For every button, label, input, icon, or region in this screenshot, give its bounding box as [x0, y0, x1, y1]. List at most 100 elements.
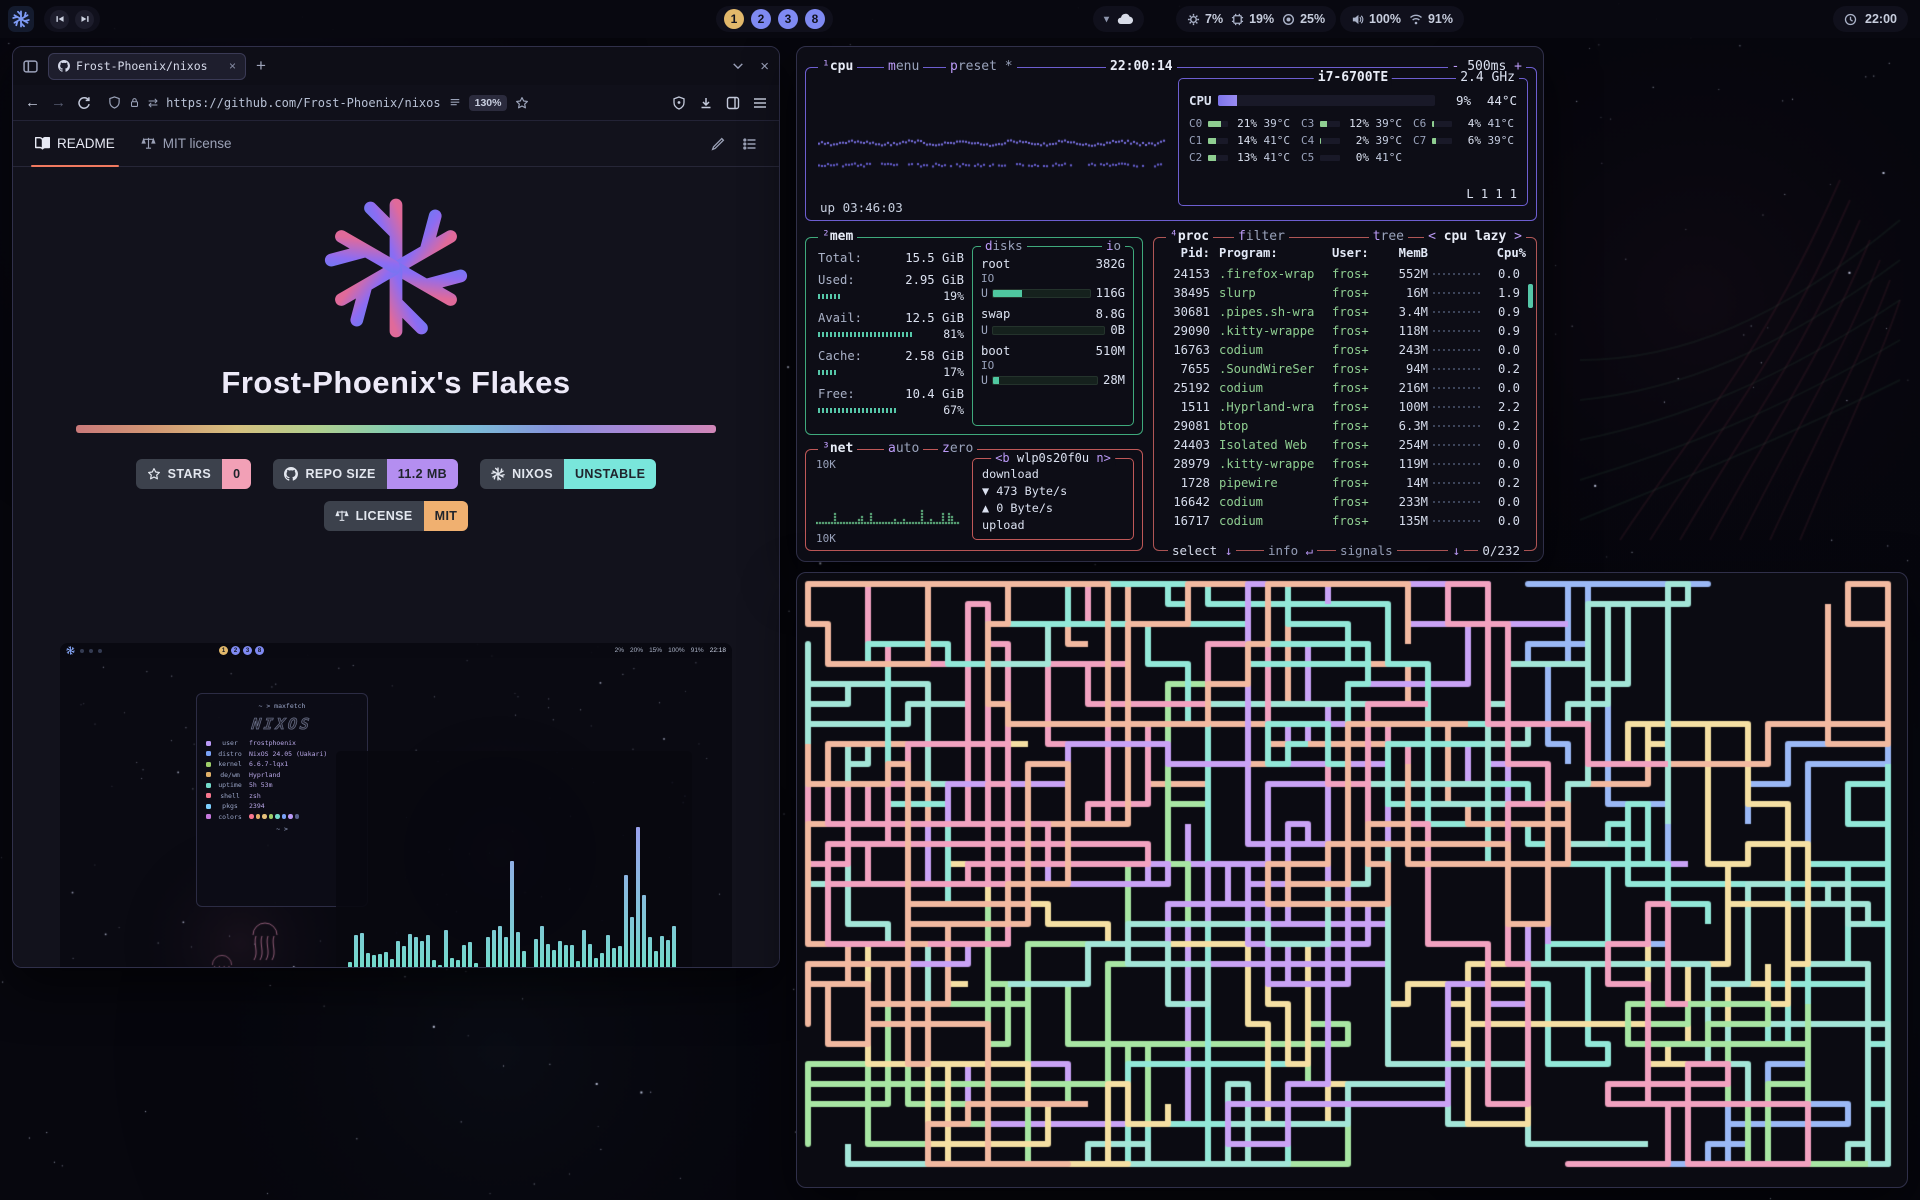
bookmark-star-icon[interactable] [515, 96, 529, 110]
process-row-24153[interactable]: 24153.firefox-wrapfros+552M0.0 [1154, 264, 1530, 283]
color-swatch [249, 814, 254, 819]
cava-bar [462, 945, 466, 968]
extensions-icon[interactable] [726, 96, 740, 110]
clock-widget[interactable]: 22:00 [1833, 6, 1908, 32]
privacy-shield-icon[interactable] [672, 96, 686, 110]
badge-license[interactable]: LICENSEMIT [324, 501, 469, 531]
process-row-16717[interactable]: 16717codiumfros+135M0.0 [1154, 511, 1530, 530]
process-row-16763[interactable]: 16763codiumfros+243M0.0 [1154, 340, 1530, 359]
url-text[interactable]: https://github.com/Frost-Phoenix/nixos [166, 96, 441, 110]
cava-bar [420, 941, 424, 968]
media-prev-button[interactable] [50, 10, 69, 29]
system-stats[interactable]: 7% 19% 25% [1176, 6, 1336, 32]
proc-table-header: Pid: Program: User: MemB Cpu% [1154, 244, 1536, 262]
cpu-box-title[interactable]: ¹cpu [818, 59, 857, 75]
downloads-icon[interactable] [699, 96, 713, 110]
cpu-total-pct: 9% [1441, 93, 1471, 108]
process-row-16642[interactable]: 16642codiumfros+233M0.0 [1154, 492, 1530, 511]
badge-value: MIT [424, 501, 469, 531]
fetch-label: uptime [215, 781, 245, 789]
audio-network-widget[interactable]: 100% 91% [1340, 6, 1464, 32]
process-row-1728[interactable]: 1728pipewirefros+14M0.2 [1154, 473, 1530, 492]
fetch-value: frostphoenix [249, 739, 296, 747]
media-controls [44, 6, 100, 32]
cava-bar [558, 941, 562, 968]
disks-title[interactable]: disks [981, 238, 1027, 254]
preset-button[interactable]: preset * [946, 59, 1017, 75]
sort-selector[interactable]: < cpu lazy > [1424, 229, 1526, 245]
process-row-30681[interactable]: 30681.pipes.sh-wrafros+3.4M0.9 [1154, 302, 1530, 321]
nixos-snowflake-icon [12, 10, 30, 28]
badge-nixos[interactable]: NIXOSUNSTABLE [480, 459, 656, 489]
reader-mode-icon[interactable] [449, 97, 461, 109]
forward-button[interactable]: → [51, 94, 66, 111]
info-hint: info ↵ [1264, 543, 1317, 559]
process-row-28979[interactable]: 28979.kitty-wrappefros+119M0.0 [1154, 454, 1530, 473]
badge-stars[interactable]: STARS0 [136, 459, 252, 489]
cava-bar [564, 945, 568, 968]
scroll-down-icon[interactable]: ↓ [1448, 543, 1464, 559]
weather-widget[interactable]: ▾ [1093, 6, 1144, 32]
workspace-button-3[interactable]: 3 [778, 9, 798, 29]
process-row-25192[interactable]: 25192codiumfros+216M0.0 [1154, 378, 1530, 397]
cava-bar [630, 917, 634, 968]
outline-list-icon[interactable] [743, 137, 757, 151]
tab-license[interactable]: MIT license [141, 121, 232, 166]
io-toggle[interactable]: io [1102, 238, 1125, 254]
proc-box-title[interactable]: ⁴proc [1166, 229, 1213, 245]
tabs-chevron-icon[interactable] [732, 60, 744, 72]
net-zero-toggle[interactable]: zero [938, 441, 977, 457]
net-scale-top: 10K [816, 458, 836, 471]
cava-bar [468, 942, 472, 968]
mem-box-title[interactable]: ²mem [818, 229, 857, 245]
process-row-38495[interactable]: 38495slurpfros+16M1.9 [1154, 283, 1530, 302]
workspace-button-1[interactable]: 1 [724, 9, 744, 29]
back-button[interactable]: ← [25, 94, 40, 111]
core-stat-C6: C64%41°C [1413, 115, 1517, 132]
color-swatch [262, 814, 267, 819]
process-row-29081[interactable]: 29081btopfros+6.3M0.2 [1154, 416, 1530, 435]
sidebar-toggle-icon[interactable] [23, 59, 38, 74]
menu-button[interactable]: menu [884, 59, 923, 75]
workspace-button-2[interactable]: 2 [751, 9, 771, 29]
cava-bar [642, 895, 646, 968]
permissions-icon[interactable]: ⇄ [148, 96, 158, 110]
process-row-29090[interactable]: 29090.kitty-wrappefros+118M0.9 [1154, 321, 1530, 340]
mini-wifi: 91% [691, 647, 704, 654]
workspace-button-8[interactable]: 8 [805, 9, 825, 29]
nixos-launcher-button[interactable] [8, 6, 34, 32]
tree-toggle[interactable]: tree [1369, 229, 1408, 245]
tracking-shield-icon[interactable] [108, 96, 121, 109]
net-auto-toggle[interactable]: auto [884, 441, 923, 457]
cava-bar [528, 967, 532, 968]
zoom-indicator[interactable]: 130% [469, 95, 508, 111]
media-next-button[interactable] [75, 10, 94, 29]
reload-icon[interactable] [77, 96, 91, 110]
disk-usage: 25% [1300, 12, 1325, 26]
proc-scrollbar[interactable] [1528, 284, 1533, 308]
net-box-title[interactable]: ³net [818, 441, 857, 457]
url-bar[interactable]: ⇄ https://github.com/Frost-Phoenix/nixos… [102, 95, 661, 111]
filter-button[interactable]: filter [1234, 229, 1289, 245]
process-row-1511[interactable]: 1511.Hyprland-wrafros+100M2.2 [1154, 397, 1530, 416]
cava-bar [474, 963, 478, 968]
menu-hamburger-icon[interactable] [753, 97, 767, 109]
net-interface[interactable]: <b wlp0s20f0u n> [991, 450, 1115, 466]
color-swatch [282, 814, 287, 819]
window-close-icon[interactable]: × [760, 58, 769, 75]
edit-pencil-icon[interactable] [711, 137, 725, 151]
tab-close-icon[interactable]: × [229, 59, 236, 73]
process-row-24403[interactable]: 24403Isolated Webfros+254M0.0 [1154, 435, 1530, 454]
tab-readme[interactable]: README [35, 121, 115, 166]
fetch-row-icon [206, 772, 211, 777]
new-tab-button[interactable]: + [256, 56, 266, 76]
fetch-label: user [215, 739, 245, 747]
browser-tab[interactable]: Frost-Phoenix/nixos × [48, 53, 246, 80]
selection-count: 0/232 [1478, 543, 1524, 559]
cpu-total-row: CPU 9% 44°C [1179, 85, 1527, 108]
process-row-7655[interactable]: 7655.SoundWireSerfros+94M0.2 [1154, 359, 1530, 378]
net-scale-bottom: 10K [816, 532, 836, 545]
select-hint: select ↓ [1168, 543, 1236, 559]
badge-repo-size[interactable]: REPO SIZE11.2 MB [273, 459, 458, 489]
tab-title: Frost-Phoenix/nixos [76, 59, 223, 73]
